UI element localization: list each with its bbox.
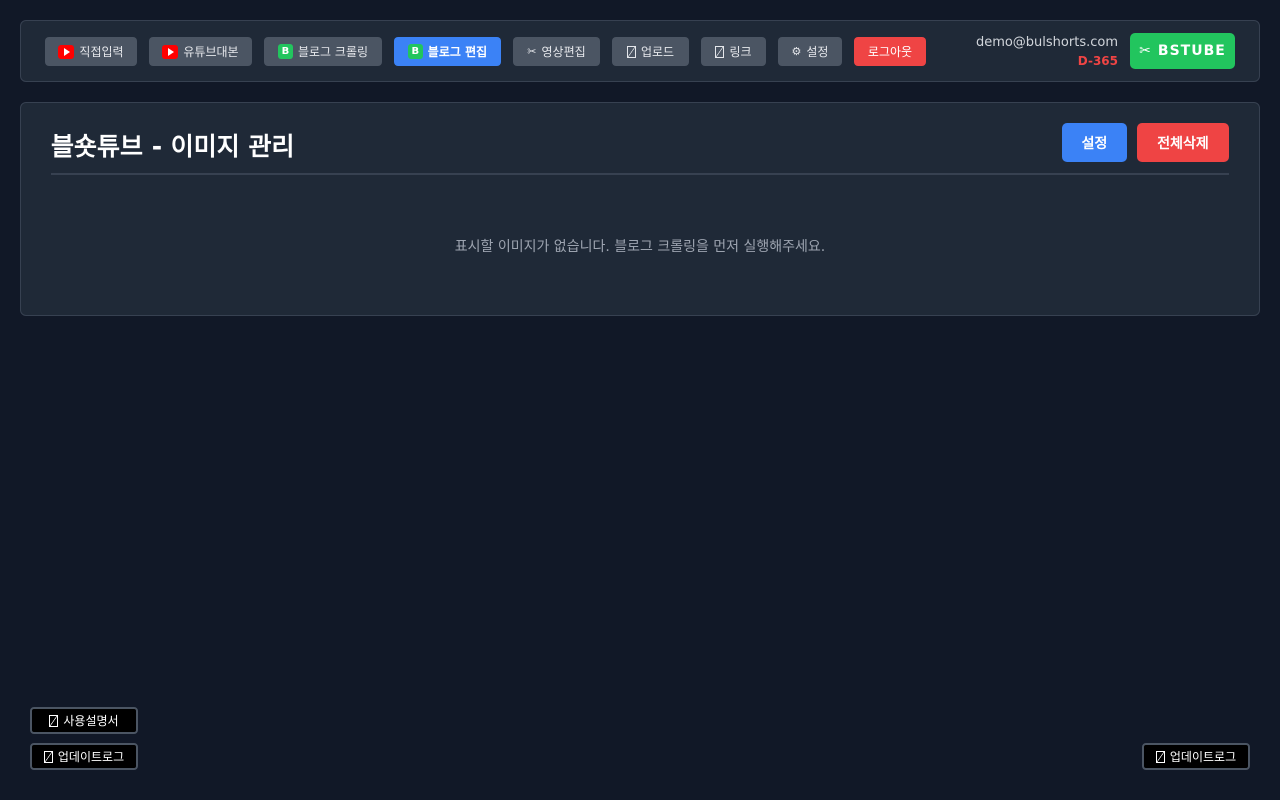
title-divider [51, 173, 1229, 175]
update-log-right-button[interactable]: 업데이트로그 [1142, 743, 1250, 770]
nav-youtube-script-button[interactable]: 유튜브대본 [149, 37, 252, 66]
manual-icon [49, 714, 59, 727]
bstube-brand-button[interactable]: ✂ BSTUBE [1130, 33, 1235, 69]
youtube-icon [58, 44, 75, 59]
page-title: 블숏튜브 - 이미지 관리 [51, 132, 295, 161]
delete-all-button[interactable]: 전체삭제 [1137, 123, 1229, 162]
update-log-right-label: 업데이트로그 [1169, 750, 1237, 764]
link-icon [715, 45, 725, 58]
scissors-icon: ✂ [1139, 43, 1152, 59]
youtube-icon [162, 44, 179, 59]
nav-blog-edit-label: 블로그 편집 [427, 45, 488, 59]
empty-state-message: 표시할 이미지가 없습니다. 블로그 크롤링을 먼저 실행해주세요. [454, 239, 826, 255]
blog-b-icon: B [407, 44, 423, 59]
panel-settings-button[interactable]: 설정 [1062, 123, 1127, 162]
nav-blog-crawling-label: 블로그 크롤링 [297, 45, 369, 59]
upload-icon [626, 45, 636, 58]
user-email: demo@bulshorts.com [975, 35, 1118, 50]
update-log-button[interactable]: 업데이트로그 [30, 743, 138, 770]
nav-blog-edit-button[interactable]: B 블로그 편집 [394, 37, 501, 66]
nav-link-label: 링크 [729, 45, 752, 59]
nav-video-edit-button[interactable]: ✂ 영상편집 [513, 37, 600, 66]
nav-upload-label: 업로드 [640, 45, 675, 59]
scissors-icon: ✂ [527, 45, 537, 58]
update-log-icon [1155, 750, 1165, 763]
update-log-label: 업데이트로그 [57, 750, 125, 764]
nav-upload-button[interactable]: 업로드 [612, 37, 689, 66]
nav-youtube-script-label: 유튜브대본 [183, 45, 239, 59]
nav-blog-crawling-button[interactable]: B 블로그 크롤링 [264, 37, 382, 66]
update-log-icon [43, 750, 53, 763]
image-management-panel: 블숏튜브 - 이미지 관리 설정 전체삭제 표시할 이미지가 없습니다. 블로그… [20, 102, 1260, 316]
nav-direct-input-label: 직접입력 [79, 45, 124, 59]
top-navigation-bar: 직접입력 유튜브대본 B 블로그 크롤링 B 블로그 편집 ✂ 영상편집 업로드… [20, 20, 1260, 82]
logout-button[interactable]: 로그아웃 [854, 37, 926, 66]
nav-settings-label: 설정 [806, 45, 829, 59]
subscription-days-badge: D-365 [1077, 54, 1118, 68]
logout-label: 로그아웃 [867, 45, 913, 59]
blog-b-icon: B [277, 44, 293, 59]
nav-video-edit-label: 영상편집 [541, 45, 586, 59]
nav-link-button[interactable]: 링크 [701, 37, 766, 66]
user-manual-label: 사용설명서 [63, 714, 119, 728]
nav-settings-button[interactable]: ⚙ 설정 [778, 37, 842, 66]
user-manual-button[interactable]: 사용설명서 [30, 707, 138, 734]
brand-label: BSTUBE [1157, 43, 1226, 59]
nav-direct-input-button[interactable]: 직접입력 [45, 37, 137, 66]
gear-icon: ⚙ [791, 45, 802, 58]
